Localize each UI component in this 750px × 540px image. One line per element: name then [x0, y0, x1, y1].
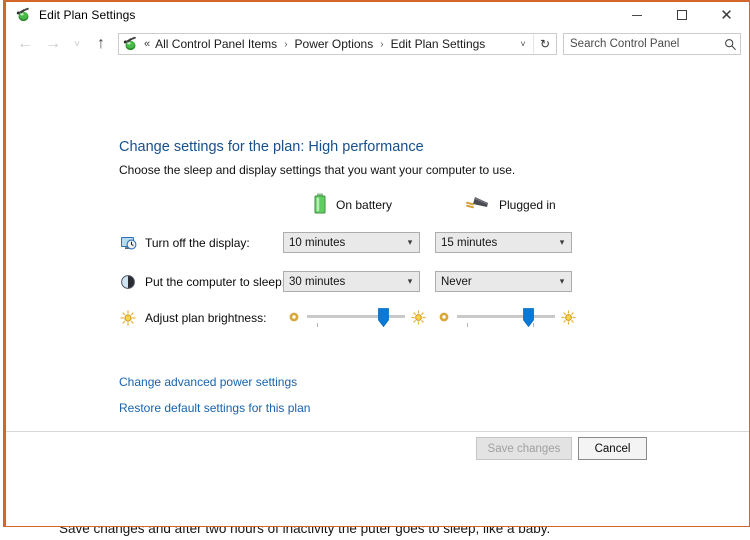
display-clock-icon — [119, 234, 137, 252]
content-area: Change settings for the plan: High perfo… — [6, 60, 749, 460]
slider-thumb-plugged-in[interactable] — [522, 308, 534, 328]
column-label-on-battery: On battery — [336, 198, 393, 212]
window-title: Edit Plan Settings — [39, 8, 136, 22]
dropdown-turn-off-display-on-battery[interactable]: 10 minutes ▾ — [283, 232, 420, 253]
forward-button[interactable]: → — [39, 31, 67, 57]
column-header-on-battery: On battery — [312, 193, 393, 218]
dropdown-value: 15 minutes — [441, 236, 498, 249]
setting-row-put-computer-to-sleep: Put the computer to sleep: 30 minutes ▾ … — [119, 270, 579, 294]
footer-bar: Save changes Cancel — [6, 432, 749, 460]
cancel-button[interactable]: Cancel — [578, 437, 647, 460]
back-button[interactable]: ← — [11, 31, 39, 57]
brightness-slider-on-battery[interactable] — [287, 305, 427, 329]
background-caption: Save changes and after two hours of inac… — [0, 527, 750, 540]
chevron-down-icon: ▾ — [559, 276, 565, 286]
brightness-slider-plugged-in[interactable] — [437, 305, 577, 329]
chevron-down-icon: ▾ — [407, 237, 413, 247]
link-change-advanced-power-settings[interactable]: Change advanced power settings — [119, 375, 297, 389]
link-restore-default-settings[interactable]: Restore default settings for this plan — [119, 401, 310, 415]
breadcrumb-edit-plan-settings[interactable]: Edit Plan Settings — [388, 37, 489, 51]
setting-label-put-computer-to-sleep: Put the computer to sleep: — [145, 275, 286, 289]
navigation-bar: ← → ˅ ↑ « All Control Panel Items › Powe… — [6, 28, 749, 60]
slider-track-area-plugged-in[interactable] — [457, 305, 555, 329]
save-changes-button[interactable]: Save changes — [476, 437, 572, 460]
sleep-icon — [119, 273, 137, 291]
close-icon: ✕ — [720, 5, 733, 24]
setting-row-adjust-plan-brightness: Adjust plan brightness: — [119, 306, 579, 330]
setting-label-adjust-plan-brightness: Adjust plan brightness: — [145, 311, 267, 325]
chevron-down-icon: ▾ — [559, 237, 565, 247]
breadcrumb-all-control-panel-items[interactable]: All Control Panel Items — [152, 37, 280, 51]
minimize-button[interactable] — [614, 2, 659, 28]
close-button[interactable]: ✕ — [704, 2, 749, 28]
edit-plan-settings-window: Edit Plan Settings ✕ ← → ˅ ↑ « All Contr… — [3, 0, 750, 528]
breadcrumb-separator-icon[interactable]: › — [376, 39, 387, 50]
address-dropdown-icon[interactable]: ˅ — [513, 34, 533, 54]
address-bar[interactable]: « All Control Panel Items › Power Option… — [118, 33, 557, 55]
search-input[interactable] — [564, 38, 720, 50]
slider-tick — [317, 323, 318, 327]
slider-track-area-on-battery[interactable] — [307, 305, 405, 329]
power-plan-icon — [122, 36, 138, 52]
forward-arrow-icon: → — [45, 35, 61, 52]
dropdown-value: 10 minutes — [289, 236, 346, 249]
dim-brightness-icon — [287, 311, 301, 323]
minimize-icon — [631, 14, 642, 16]
window-controls: ✕ — [614, 2, 749, 28]
search-box[interactable] — [563, 33, 741, 55]
column-label-plugged-in: Plugged in — [499, 198, 556, 212]
maximize-icon — [676, 10, 687, 20]
setting-label-turn-off-display: Turn off the display: — [145, 236, 250, 250]
high-brightness-icon — [409, 309, 427, 325]
high-brightness-icon — [559, 309, 577, 325]
setting-row-turn-off-display: Turn off the display: 10 minutes ▾ 15 mi… — [119, 231, 579, 255]
page-subtitle: Choose the sleep and display settings th… — [119, 163, 516, 177]
maximize-button[interactable] — [659, 2, 704, 28]
slider-track — [307, 315, 405, 318]
brightness-icon — [119, 309, 137, 327]
dropdown-value: Never — [441, 275, 472, 288]
column-header-plugged-in: Plugged in — [465, 194, 556, 216]
breadcrumb-overflow-icon[interactable]: « — [142, 38, 152, 50]
power-plan-icon — [15, 7, 31, 23]
refresh-icon[interactable]: ↻ — [533, 34, 556, 54]
background-caption-text: Save changes and after two hours of inac… — [59, 527, 551, 536]
slider-tick — [467, 323, 468, 327]
title-bar: Edit Plan Settings ✕ — [6, 2, 749, 28]
dropdown-turn-off-display-plugged-in[interactable]: 15 minutes ▾ — [435, 232, 572, 253]
back-arrow-icon: ← — [17, 35, 33, 52]
page-title: Change settings for the plan: High perfo… — [119, 139, 424, 155]
slider-thumb-on-battery[interactable] — [378, 308, 390, 328]
breadcrumb-power-options[interactable]: Power Options — [292, 37, 377, 51]
power-plug-icon — [465, 194, 491, 217]
dropdown-value: 30 minutes — [289, 275, 346, 288]
up-button[interactable]: ↑ — [87, 31, 115, 57]
chevron-down-icon: ▾ — [407, 276, 413, 286]
dropdown-sleep-plugged-in[interactable]: Never ▾ — [435, 271, 572, 292]
chevron-down-icon: ˅ — [74, 38, 80, 50]
dropdown-sleep-on-battery[interactable]: 30 minutes ▾ — [283, 271, 420, 292]
breadcrumb-separator-icon[interactable]: › — [280, 39, 291, 50]
battery-icon — [312, 193, 328, 218]
recent-locations-button[interactable]: ˅ — [67, 31, 87, 57]
search-icon[interactable] — [720, 38, 740, 51]
dim-brightness-icon — [437, 311, 451, 323]
slider-track — [457, 315, 555, 318]
up-arrow-icon: ↑ — [97, 35, 105, 52]
